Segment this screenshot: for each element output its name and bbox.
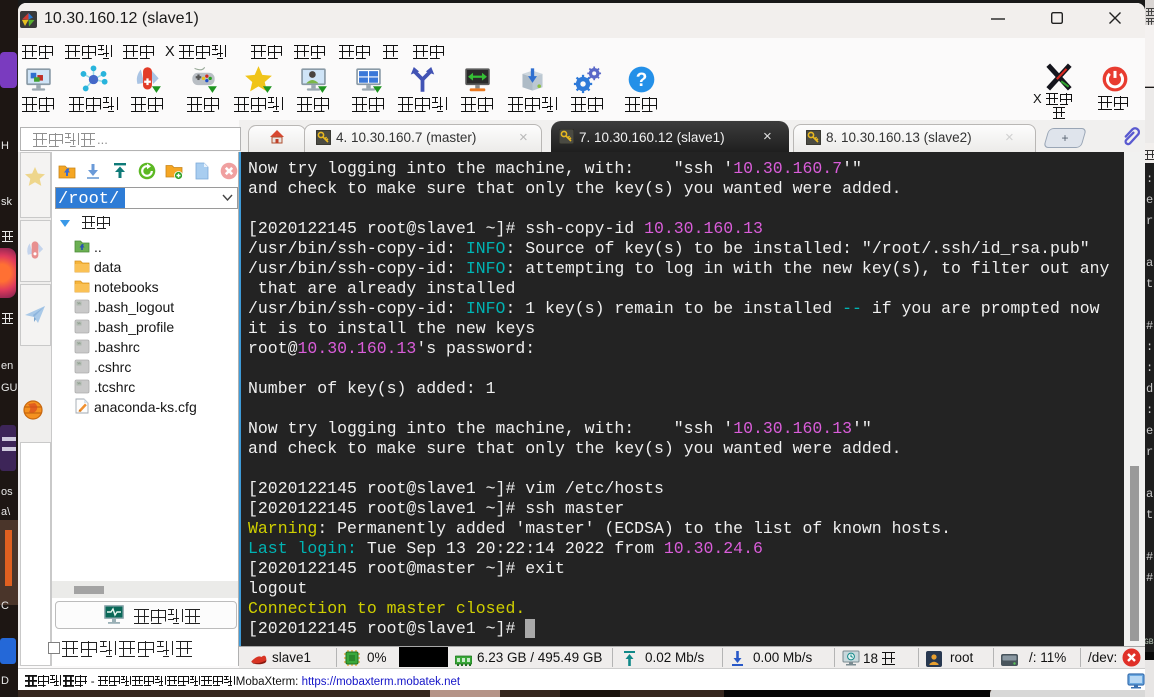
svg-text:?: ?	[636, 70, 648, 91]
